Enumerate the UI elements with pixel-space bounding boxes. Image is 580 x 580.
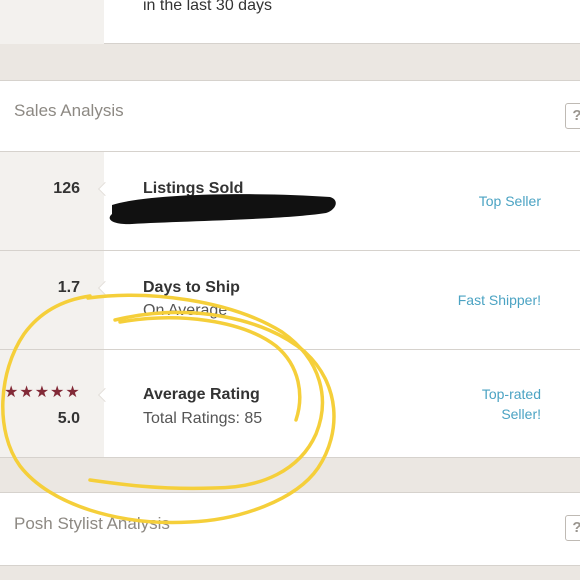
badge-line: Top-rated <box>481 386 541 402</box>
top-rated-seller-badge[interactable]: Top-rated Seller! <box>430 386 541 422</box>
section-title: Posh Stylist Analysis <box>14 514 170 533</box>
stat-subtitle: in the last 30 days <box>143 0 272 14</box>
section-title: Sales Analysis <box>14 101 124 120</box>
fast-shipper-badge[interactable]: Fast Shipper! <box>420 292 541 308</box>
stat-value-column <box>0 251 104 349</box>
badge-line: Seller! <box>501 406 541 422</box>
help-button[interactable]: ? <box>565 515 580 541</box>
days-to-ship-title: Days to Ship <box>143 279 240 296</box>
on-average-text: On Average <box>143 302 228 319</box>
listings-sold-value: 126 <box>53 180 80 197</box>
stat-value-column <box>0 0 104 44</box>
sales-analysis-header: Sales Analysis ? <box>0 80 580 152</box>
top-seller-badge[interactable]: Top Seller <box>430 193 541 209</box>
previous-stat-row: in the last 30 days <box>0 0 580 44</box>
average-rating-row: ★★★★★ 5.0 Average Rating Total Ratings: … <box>0 350 580 458</box>
posh-stylist-header: Posh Stylist Analysis ? <box>0 492 580 566</box>
average-rating-value: 5.0 <box>57 410 80 427</box>
stat-value-column <box>0 152 104 250</box>
stat-value-column <box>0 350 104 457</box>
total-earned-text: Total Earned: $1,615 <box>143 203 291 220</box>
star-rating-icon: ★★★★★ <box>4 384 81 401</box>
days-to-ship-value: 1.7 <box>57 279 80 296</box>
total-ratings-text: Total Ratings: 85 <box>143 410 263 427</box>
listings-sold-title: Listings Sold <box>143 180 244 197</box>
listings-sold-row: 126 Listings Sold Total Earned: $1,615 T… <box>0 152 580 251</box>
help-button[interactable]: ? <box>565 103 580 129</box>
days-to-ship-row: 1.7 Days to Ship On Average Fast Shipper… <box>0 251 580 350</box>
average-rating-title: Average Rating <box>143 386 260 403</box>
